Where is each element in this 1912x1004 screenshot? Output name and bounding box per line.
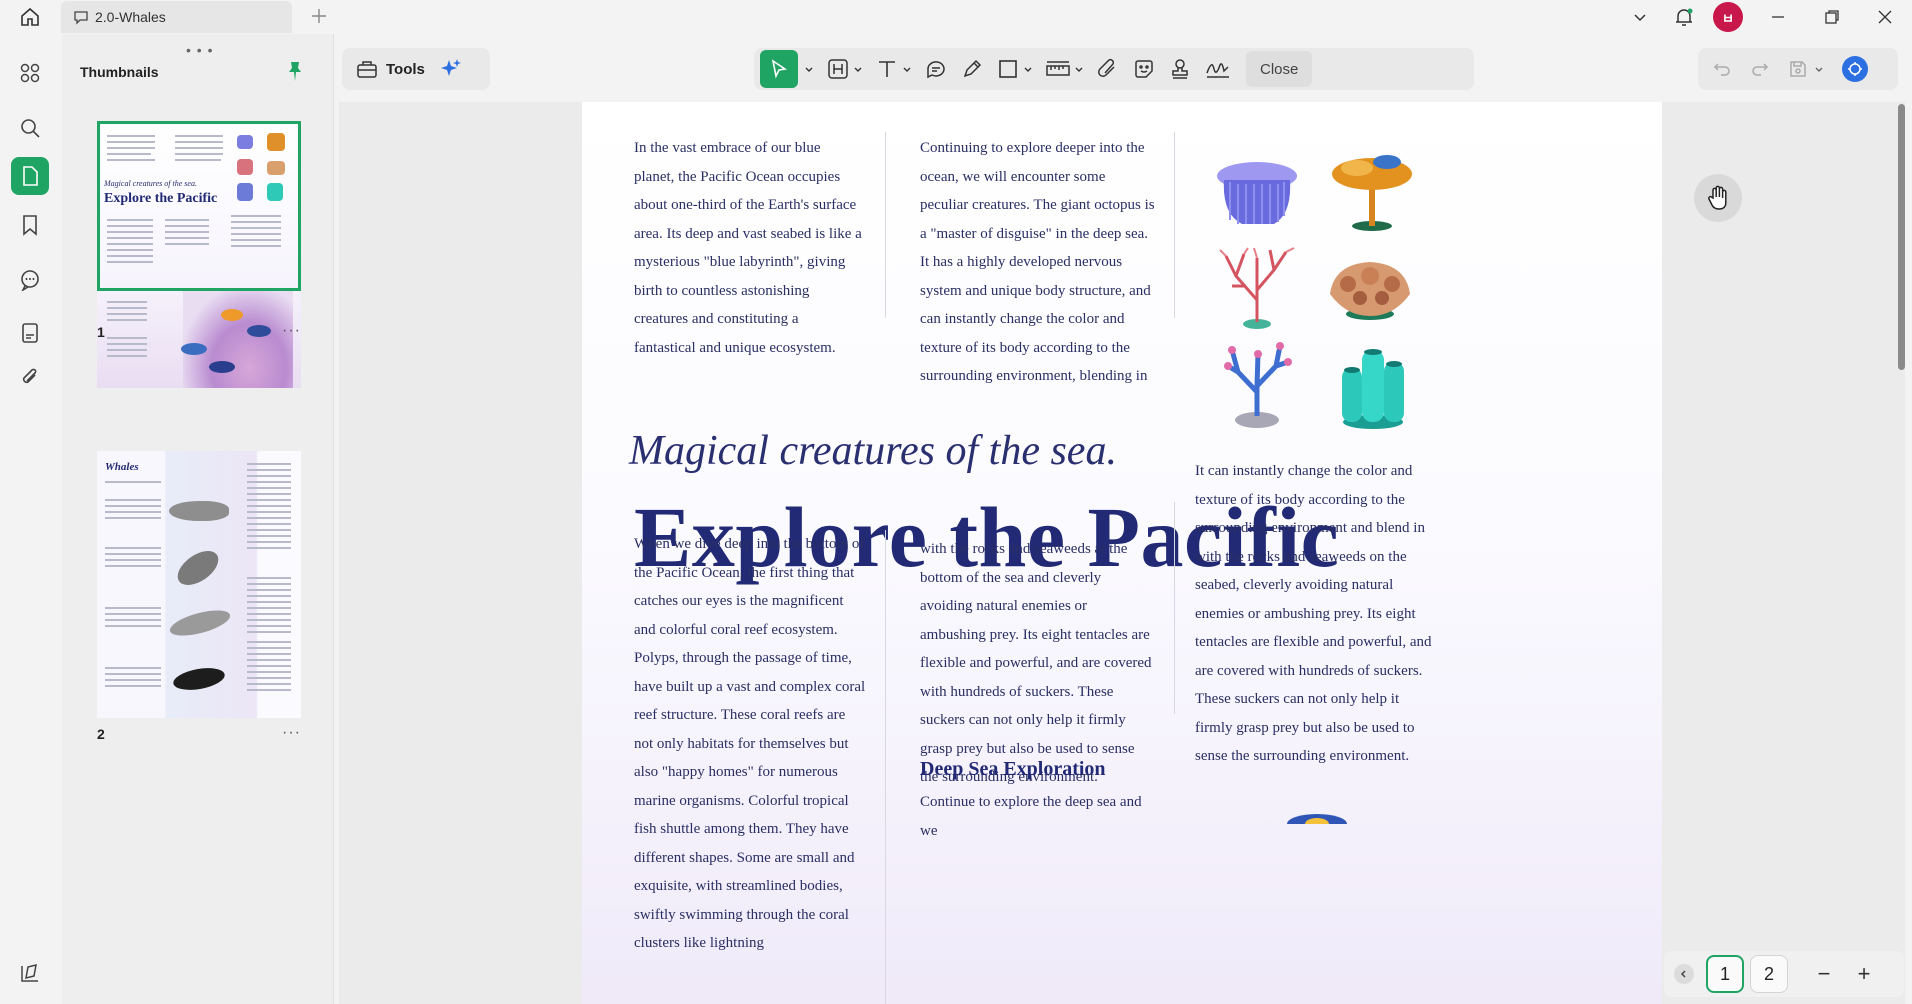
thumbnail-2-title: Whales	[105, 461, 139, 473]
comment-icon	[74, 11, 88, 25]
title-bar: 2.0-Whales ㅂ	[0, 0, 1912, 34]
new-tab-icon[interactable]	[308, 5, 330, 27]
prev-page-icon[interactable]	[1674, 964, 1694, 984]
page-thumbnail-1[interactable]: Magical creatures of the sea. Explore th…	[97, 121, 301, 388]
purple-anemone-image	[1217, 162, 1297, 224]
home-icon[interactable]	[18, 5, 42, 29]
tools-button[interactable]: Tools	[342, 48, 490, 90]
apps-grid-icon[interactable]	[11, 54, 49, 92]
document-tab[interactable]: 2.0-Whales	[61, 1, 292, 33]
thumbnails-panel: • • • Thumbnails Magical creatures of th…	[62, 34, 334, 1004]
stamp-tool[interactable]	[1162, 50, 1198, 88]
page-button-2[interactable]: 2	[1750, 955, 1788, 993]
left-rail	[0, 34, 62, 1004]
annotation-tools: Close	[754, 48, 1474, 90]
document-page-1: In the vast embrace of our blue planet, …	[582, 102, 1662, 1004]
chevron-down-icon[interactable]	[1618, 0, 1662, 34]
tools-label: Tools	[386, 60, 425, 78]
ruler-icon	[1046, 61, 1070, 76]
page-2-more-icon[interactable]: ···	[282, 724, 301, 742]
panel-drag-handle[interactable]: • • •	[186, 42, 213, 58]
select-tool[interactable]	[760, 50, 798, 88]
page-thumbnail-2[interactable]: Whales	[97, 451, 301, 718]
sticker-icon	[1135, 60, 1153, 78]
signature-icon	[1206, 63, 1229, 78]
document-canvas[interactable]: In the vast embrace of our blue planet, …	[339, 102, 1905, 1004]
fish-image	[1287, 814, 1347, 824]
thumbnails-page-icon[interactable]	[11, 157, 49, 195]
paperclip-icon	[1098, 58, 1115, 77]
thumbnails-title: Thumbnails	[80, 64, 159, 80]
measure-tool[interactable]	[1039, 50, 1090, 88]
teal-tube-coral-image	[1342, 349, 1404, 429]
save-dropdown-icon[interactable]	[1814, 64, 1824, 74]
page-number-2: 2	[97, 726, 105, 742]
ai-assistant-icon[interactable]	[1842, 56, 1868, 82]
cursor-icon	[771, 59, 788, 79]
toolbox-icon	[357, 61, 377, 78]
paragraph-deep-sea: Continue to explore the deep sea and we	[920, 794, 1142, 839]
restore-button[interactable]	[1806, 0, 1858, 34]
history-tools	[1698, 48, 1898, 90]
page-1-more-icon[interactable]: ···	[282, 322, 301, 340]
notification-bell-icon[interactable]	[1662, 0, 1706, 34]
text-tool[interactable]	[869, 50, 918, 88]
vertical-scrollbar[interactable]	[1898, 104, 1905, 370]
bookmark-icon[interactable]	[11, 206, 49, 244]
pencil-icon	[963, 59, 982, 78]
forms-icon[interactable]	[11, 314, 49, 352]
attachment-icon[interactable]	[11, 358, 49, 396]
rectangle-icon	[999, 60, 1017, 78]
sidebar-toggle-icon[interactable]	[19, 962, 41, 984]
selected-page-frame	[97, 121, 301, 291]
pin-icon[interactable]	[284, 60, 306, 82]
document-tab-title: 2.0-Whales	[95, 9, 166, 25]
paragraph-camouflage: It can instantly change the color and te…	[1195, 463, 1432, 764]
paragraph-coral-reef: When we dive deep into the bottom of the…	[634, 536, 866, 951]
search-icon[interactable]	[11, 109, 49, 147]
paragraph-tentacles: with the rocks and seaweeds at the botto…	[920, 541, 1152, 785]
close-tools-button[interactable]: Close	[1246, 51, 1313, 87]
signature-tool[interactable]	[1198, 50, 1238, 88]
main-toolbar: Tools Close	[334, 34, 1912, 102]
stamp-icon	[1172, 59, 1188, 79]
pencil-tool[interactable]	[954, 50, 990, 88]
pink-branch-coral-image	[1224, 342, 1292, 428]
attach-tool[interactable]	[1090, 50, 1126, 88]
column-divider	[1174, 502, 1175, 714]
user-avatar[interactable]: ㅂ	[1706, 0, 1750, 34]
save-icon[interactable]	[1788, 59, 1808, 79]
page-subtitle: Magical creatures of the sea.	[629, 428, 1117, 474]
avatar-initial: ㅂ	[1713, 2, 1743, 32]
zoom-in-button[interactable]: +	[1844, 955, 1884, 993]
undo-icon[interactable]	[1712, 59, 1732, 79]
pan-hand-icon[interactable]	[1694, 174, 1742, 222]
paragraph-intro: In the vast embrace of our blue planet, …	[634, 140, 862, 356]
text-icon	[879, 61, 895, 77]
column-divider	[885, 530, 886, 1004]
highlight-tool[interactable]	[820, 50, 869, 88]
column-divider	[1174, 132, 1175, 318]
paragraph-octopus: Continuing to explore deeper into the oc…	[920, 140, 1155, 384]
shape-tool[interactable]	[990, 50, 1039, 88]
tan-coral-image	[1330, 262, 1410, 320]
red-fan-coral-image	[1219, 247, 1295, 329]
ai-sparkle-icon[interactable]	[439, 57, 463, 81]
redo-icon[interactable]	[1750, 59, 1770, 79]
zoom-out-button[interactable]: −	[1804, 955, 1844, 993]
close-window-button[interactable]	[1858, 0, 1912, 34]
page-number-1: 1	[97, 324, 105, 340]
highlight-icon	[828, 59, 848, 79]
speech-bubble-icon	[927, 61, 945, 79]
comment-tool[interactable]	[918, 50, 954, 88]
section-heading: Deep Sea Exploration	[920, 758, 1106, 780]
column-divider	[885, 132, 886, 318]
select-dropdown[interactable]	[798, 50, 820, 88]
comments-icon[interactable]	[11, 261, 49, 299]
sticker-tool[interactable]	[1126, 50, 1162, 88]
page-navigator: 1 2 − +	[1664, 951, 1904, 997]
minimize-button[interactable]	[1750, 0, 1806, 34]
page-button-1[interactable]: 1	[1706, 955, 1744, 993]
orange-coral-image	[1332, 155, 1412, 231]
